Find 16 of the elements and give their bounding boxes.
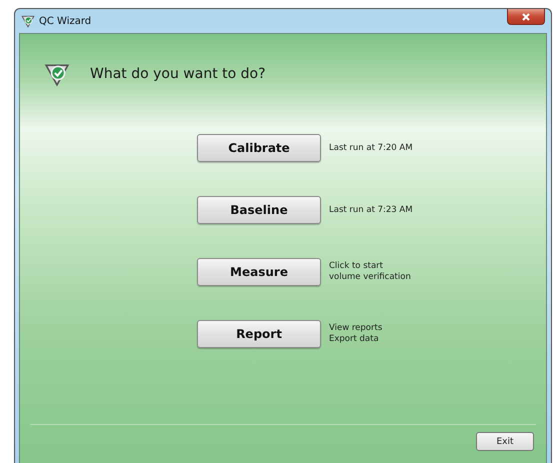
action-button[interactable]: Measure bbox=[197, 258, 321, 286]
action-button[interactable]: Report bbox=[197, 320, 321, 348]
action-description: View reports bbox=[329, 323, 382, 334]
action-description: Export data bbox=[329, 334, 380, 345]
action-description: Last run at 7:23 AM bbox=[329, 204, 413, 216]
page-heading: What do you want to do? bbox=[90, 66, 266, 82]
action-description: Click to start bbox=[329, 261, 384, 272]
action-button[interactable]: Baseline bbox=[197, 196, 321, 224]
window-title: QC Wizard bbox=[39, 16, 92, 26]
action-description: Last run at 7:20 AM bbox=[329, 142, 413, 154]
action-button[interactable]: Calibrate bbox=[197, 134, 321, 162]
close-button[interactable] bbox=[507, 9, 545, 25]
action-description: volume verification bbox=[329, 272, 411, 283]
close-icon bbox=[522, 12, 530, 20]
app-logo-icon bbox=[21, 14, 35, 28]
exit-button[interactable]: Exit bbox=[476, 432, 534, 451]
